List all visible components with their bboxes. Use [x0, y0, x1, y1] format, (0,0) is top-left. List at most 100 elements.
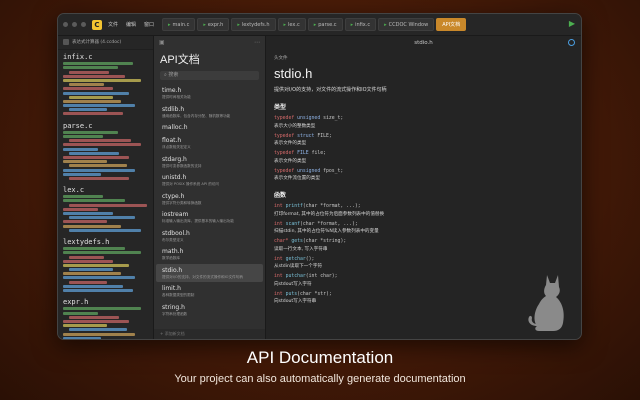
code-line	[63, 284, 123, 288]
tab-item[interactable]: ▸ lextydefs.h	[231, 18, 276, 31]
doc-list-item[interactable]: unistd.h 提供对 POSIX 操作系统 API 的访问	[156, 171, 263, 190]
tab-item[interactable]: API文档	[436, 18, 467, 31]
minimize-button[interactable]	[72, 22, 77, 27]
code-line	[69, 95, 113, 99]
doc-list-item[interactable]: stdio.h 提供对I/O的支持，对文件的流式操作和IO文件句柄	[156, 263, 263, 282]
menu-item[interactable]: 窗口	[144, 21, 154, 28]
code-line	[69, 228, 141, 232]
code-line	[63, 143, 141, 147]
code-line	[63, 247, 125, 251]
file-preview[interactable]: lextydefs.h	[58, 235, 153, 295]
doc-list-item[interactable]: malloc.h	[156, 121, 263, 134]
cat-mascot-icon	[528, 275, 564, 331]
page-title: stdio.h	[274, 66, 313, 81]
file-icon: ▸	[313, 22, 317, 28]
code-line	[63, 207, 98, 211]
type-signature: typedef FILE file;	[274, 151, 573, 156]
return-type: int	[274, 291, 283, 297]
doc-item-description: 字符串处理函数	[162, 311, 188, 316]
doc-item-title: iostream	[162, 211, 189, 218]
tab-label: lextydefs.h	[241, 22, 270, 28]
menu-item[interactable]: 编辑	[126, 21, 136, 28]
code-line	[69, 268, 113, 272]
code-line	[63, 112, 123, 116]
doc-item-title: stdlib.h	[162, 105, 185, 113]
file-icon: ▸	[283, 22, 287, 28]
doc-list-item[interactable]: iostream 标准输入输出流库，提供基本的输入输出功能	[156, 208, 263, 227]
title-bar: C 文件编辑窗口工具 ▸main.c▸expr.h▸lextydefs.h▸le…	[58, 14, 581, 36]
menu-item[interactable]: 文件	[108, 21, 118, 28]
code-line	[63, 251, 141, 255]
edit-icon[interactable]	[568, 39, 575, 46]
doc-list-item[interactable]: float.h 浮点数相关宏定义	[156, 134, 263, 153]
tab-label: CCDOC Window	[388, 22, 429, 28]
code-line	[63, 99, 121, 103]
code-line	[69, 139, 131, 143]
doc-list-item[interactable]: math.h 数学函数库	[156, 245, 263, 264]
doc-item-title: string.h	[162, 303, 185, 311]
code-line	[63, 307, 141, 311]
code-line	[63, 168, 135, 172]
code-line	[69, 280, 107, 284]
code-line	[63, 289, 133, 292]
code-line	[63, 224, 121, 228]
file-icon: ▸	[203, 22, 206, 28]
doc-list-item[interactable]: stdarg.h 提供可变参数函数的支持	[156, 153, 263, 172]
file-name: parse.c	[63, 121, 93, 130]
function-params: (char *format, ...);	[302, 204, 361, 209]
code-line	[63, 276, 135, 280]
type-signature: typedef unsigned size_t;	[274, 116, 573, 121]
tab-item[interactable]: ▸ lex.c	[277, 18, 306, 31]
doc-list-item[interactable]: string.h 字符串处理函数	[156, 301, 263, 320]
type-identifier: size_t;	[323, 116, 344, 121]
type-entry: typedef unsigned size_t; 表示大小的整数类型	[274, 116, 573, 129]
doc-list-item[interactable]: ctype.h 提供字符分类和转换函数	[156, 190, 263, 209]
file-preview[interactable]: infix.c	[58, 50, 153, 119]
doc-list-item[interactable]: stdlib.h 通用函数库，包含内存分配、随机数等功能	[156, 103, 263, 122]
zoom-button[interactable]	[81, 22, 86, 27]
type-entry: typedef FILE file; 表示文件的类型	[274, 151, 573, 164]
code-line	[63, 66, 118, 70]
type-name: unsigned	[297, 116, 321, 121]
run-icon[interactable]: ▶	[569, 19, 575, 28]
tab-item[interactable]: ▸ main.c	[162, 18, 196, 31]
folder-icon	[63, 38, 69, 45]
keyword: typedef	[274, 168, 295, 174]
function-name: putchar	[285, 274, 306, 279]
doc-content: stdio.h 头文件 stdio.h 提供对I/O的支持，对文件的流式操作和I…	[266, 36, 581, 339]
doc-item-description: 浮点数相关宏定义	[162, 145, 191, 149]
code-sidebar: 表达式计算器 (4.ccdoc) infix.c parse.c lex.c lext…	[58, 36, 154, 339]
app-logo-icon: C	[92, 19, 102, 30]
sidebar-toggle-icon[interactable]: ▣	[159, 39, 165, 46]
code-line	[69, 328, 127, 332]
return-type: int	[274, 274, 283, 279]
search-input[interactable]: ⌕ 搜索	[160, 71, 259, 80]
doc-item-title: malloc.h	[162, 124, 188, 131]
file-name: expr.h	[63, 298, 89, 307]
tab-label: expr.h	[207, 22, 224, 28]
docnav-title: API文档	[160, 54, 200, 66]
function-name: puts	[285, 291, 298, 297]
file-preview[interactable]: parse.c	[58, 119, 153, 183]
doc-item-description: 各种数据类型的限制	[162, 293, 195, 297]
doc-list-item[interactable]: limit.h 各种数据类型的限制	[156, 282, 263, 301]
code-line	[63, 324, 107, 328]
add-doc-button[interactable]: + 添加新文档	[154, 329, 265, 339]
tab-item[interactable]: ▸ infix.c	[344, 18, 377, 31]
file-preview[interactable]: lex.c	[58, 183, 153, 235]
tab-item[interactable]: ▸ CCDOC Window	[378, 18, 435, 31]
code-line	[69, 216, 135, 220]
doc-item-description: 提供对 POSIX 操作系统 API 的访问	[162, 182, 219, 186]
file-preview[interactable]: expr.h	[58, 295, 153, 339]
doc-list-item[interactable]: stdbool.h 布尔类型定义	[156, 227, 263, 246]
tab-item[interactable]: ▸ parse.c	[307, 18, 343, 31]
more-icon[interactable]: ⋯	[254, 39, 260, 46]
close-button[interactable]	[63, 22, 68, 27]
doc-list-item[interactable]: time.h 提供时间相关功能	[156, 84, 263, 103]
doc-item-title: ctype.h	[162, 192, 185, 200]
tab-item[interactable]: ▸ expr.h	[197, 18, 230, 31]
doc-item-title: float.h	[162, 137, 182, 144]
types-section-title: 类型	[274, 104, 287, 111]
doc-item-title: stdarg.h	[162, 155, 187, 163]
code-line	[63, 91, 129, 95]
